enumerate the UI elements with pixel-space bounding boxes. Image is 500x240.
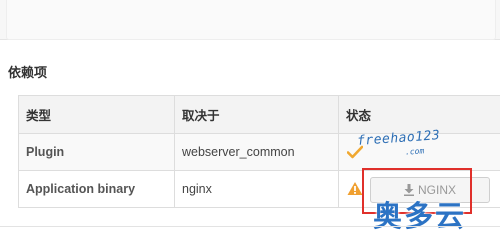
dependency-name: nginx [174, 170, 339, 208]
watermark-top-suffix: .com [404, 146, 425, 157]
dependency-type: Application binary [18, 170, 175, 208]
dependency-name: webserver_common [174, 133, 339, 171]
column-header-depends-on: 取决于 [174, 95, 339, 134]
divider [0, 226, 500, 227]
table-header-row: 类型 取决于 状态 [18, 95, 500, 134]
top-panel [0, 0, 500, 40]
watermark-bottom: 奥多云 [373, 199, 467, 233]
section-title: 依赖项 [8, 65, 48, 80]
column-header-type: 类型 [18, 95, 175, 134]
dependencies-table: 类型 取决于 状态 Plugin webserver_common Applic… [18, 95, 500, 208]
top-panel-content [6, 0, 496, 40]
dependency-type: Plugin [18, 133, 175, 171]
warning-icon [347, 182, 363, 195]
column-header-status: 状态 [338, 95, 500, 134]
